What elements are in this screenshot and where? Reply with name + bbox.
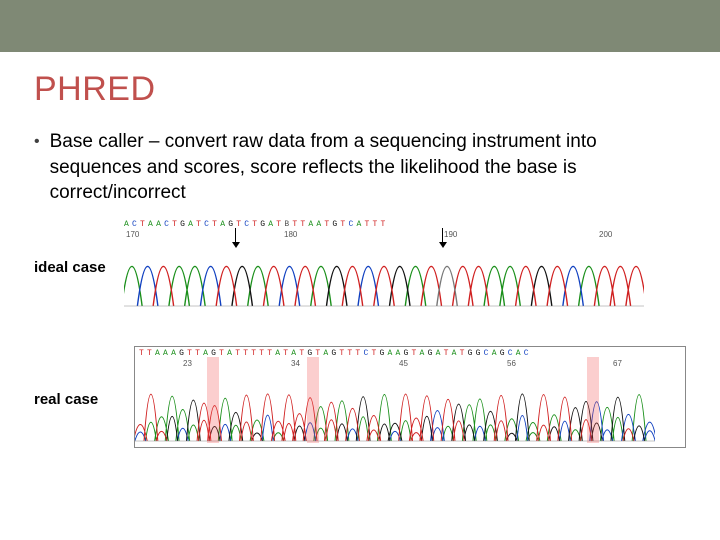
title-bar (0, 0, 720, 52)
ideal-sequence-line: ACTAACTGATCTAGTCTGATBTTAATGTCATTT (124, 220, 686, 229)
real-case-row: real case TTAAAGTTAGTATTTTTATATGTAGTTTCT… (34, 346, 686, 448)
highlight-region (207, 357, 219, 443)
pos-marker: 190 (444, 230, 457, 239)
ideal-case-row: ideal case ACTAACTGATCTAGTCTGATBTTAATGTC… (34, 220, 686, 310)
highlight-region (307, 357, 319, 443)
pos-marker: 23 (183, 359, 192, 368)
ideal-trace-svg (124, 220, 644, 310)
pos-marker: 180 (284, 230, 297, 239)
real-chromatogram: TTAAAGTTAGTATTTTTATATGTAGTTTCTGAAGTAGATA… (134, 346, 686, 448)
pos-marker: 56 (507, 359, 516, 368)
pos-marker: 45 (399, 359, 408, 368)
bullet-dot: • (34, 129, 40, 206)
bullet-text: Base caller – convert raw data from a se… (50, 129, 686, 206)
ideal-case-label: ideal case (34, 259, 124, 276)
real-case-label: real case (34, 391, 124, 408)
slide-title: PHRED (34, 70, 686, 109)
pos-marker: 34 (291, 359, 300, 368)
bullet-item: • Base caller – convert raw data from a … (34, 129, 686, 206)
slide-content: PHRED • Base caller – convert raw data f… (0, 52, 720, 448)
pos-marker: 67 (613, 359, 622, 368)
real-sequence-line: TTAAAGTTAGTATTTTTATATGTAGTTTCTGAAGTAGATA… (139, 349, 685, 358)
pos-marker: 170 (126, 230, 139, 239)
pos-marker: 200 (599, 230, 612, 239)
highlight-region (587, 357, 599, 443)
ideal-chromatogram: ACTAACTGATCTAGTCTGATBTTAATGTCATTT 170 18… (124, 220, 686, 310)
